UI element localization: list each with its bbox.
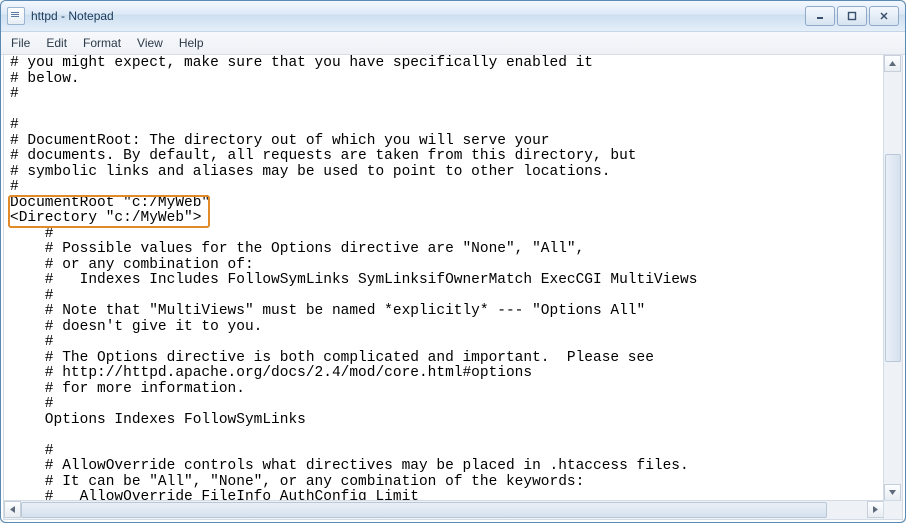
text-viewport: # you might expect, make sure that you h… (4, 55, 884, 501)
notepad-icon (7, 7, 25, 25)
menubar: File Edit Format View Help (1, 32, 905, 55)
horizontal-scroll-track[interactable] (21, 501, 867, 519)
chevron-down-icon (889, 490, 896, 495)
close-icon (879, 11, 889, 21)
scroll-left-button[interactable] (4, 501, 21, 518)
menu-help[interactable]: Help (171, 32, 212, 54)
window-title: httpd - Notepad (31, 9, 805, 23)
chevron-left-icon (10, 506, 15, 513)
text-editor[interactable]: # you might expect, make sure that you h… (4, 55, 884, 501)
menu-edit[interactable]: Edit (38, 32, 75, 54)
maximize-button[interactable] (837, 6, 867, 26)
vertical-scroll-track[interactable] (884, 72, 902, 484)
chevron-right-icon (873, 506, 878, 513)
maximize-icon (847, 11, 857, 21)
menu-view[interactable]: View (129, 32, 171, 54)
minimize-icon (815, 11, 825, 21)
horizontal-scrollbar[interactable] (4, 500, 884, 519)
vertical-scroll-thumb[interactable] (885, 154, 901, 362)
scroll-down-button[interactable] (884, 484, 901, 501)
notepad-window: httpd - Notepad File Edit Format View He… (0, 0, 906, 523)
scroll-up-button[interactable] (884, 55, 901, 72)
scroll-right-button[interactable] (867, 501, 884, 518)
minimize-button[interactable] (805, 6, 835, 26)
menu-format[interactable]: Format (75, 32, 129, 54)
close-button[interactable] (869, 6, 899, 26)
window-controls (805, 6, 899, 26)
chevron-up-icon (889, 61, 896, 66)
horizontal-scroll-thumb[interactable] (21, 502, 827, 518)
client-area: # you might expect, make sure that you h… (3, 55, 903, 520)
menu-file[interactable]: File (3, 32, 38, 54)
scrollbar-corner (883, 500, 902, 519)
vertical-scrollbar[interactable] (883, 55, 902, 501)
titlebar[interactable]: httpd - Notepad (1, 1, 905, 32)
